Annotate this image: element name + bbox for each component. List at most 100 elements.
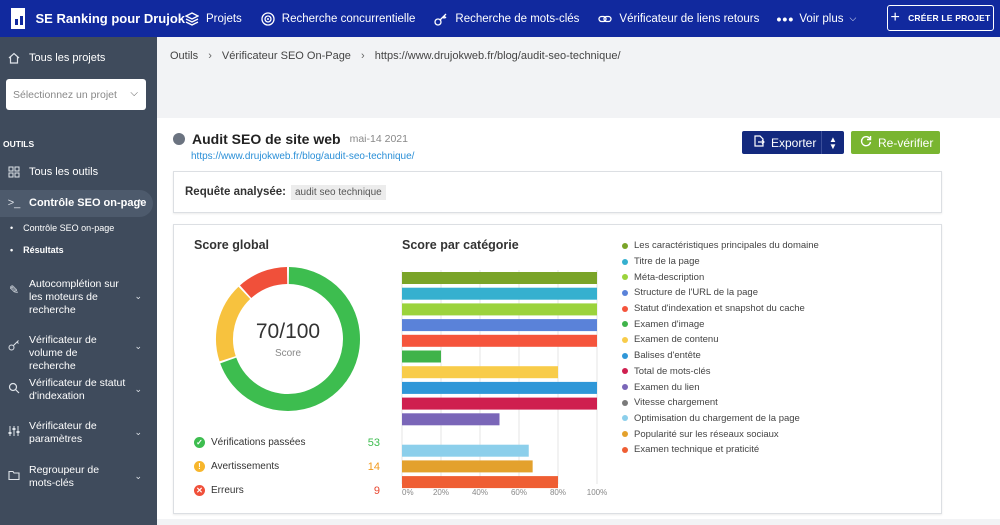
nav-keyword-research[interactable]: Recherche de mots-clés (434, 12, 579, 26)
sliders-icon (7, 420, 21, 446)
legend-item[interactable]: Les caractéristiques principales du doma… (622, 238, 819, 254)
x-tick-label: 40% (472, 488, 488, 497)
page-url-link[interactable]: https://www.drujokweb.fr/blog/audit-seo-… (191, 151, 414, 162)
bar-1[interactable] (402, 272, 597, 284)
sidebar-item-autocomplete[interactable]: ✎ Autocomplétion sur les moteurs de rech… (7, 278, 152, 317)
chevron-down-icon: ⌄ (134, 341, 142, 351)
legend-item[interactable]: Vitesse chargement (622, 395, 819, 411)
home-icon (7, 52, 21, 64)
sidebar-item-index-status[interactable]: Vérificateur de statut d'indexation ⌄ (7, 377, 152, 403)
sidebar-subitem-results[interactable]: • Résultats (10, 245, 64, 255)
sidebar-item-keyword-grouper[interactable]: Regroupeur de mots-clés ⌄ (7, 464, 152, 490)
stat-warnings-count: 14 (367, 460, 380, 473)
legend-item[interactable]: Titre de la page (622, 254, 819, 270)
sidebar-item-autocomplete-label: Autocomplétion sur les moteurs de recher… (29, 278, 119, 316)
sidebar-item-search-volume[interactable]: Vérificateur de volume de recherche ⌄ (7, 334, 152, 373)
legend-item[interactable]: Examen technique et praticité (622, 442, 819, 458)
legend-swatch (622, 336, 628, 343)
breadcrumb-onpage-checker[interactable]: Vérificateur SEO On-Page (222, 50, 351, 62)
legend-swatch (622, 352, 628, 359)
bar-8[interactable] (402, 381, 597, 394)
legend-item[interactable]: Optimisation du chargement de la page (622, 411, 819, 427)
nav-see-more-label: Voir plus (799, 12, 844, 25)
sidebar-all-tools-label: Tous les outils (29, 166, 99, 178)
legend-item[interactable]: Statut d'indexation et snapshot du cache (622, 301, 819, 317)
bar-4[interactable] (402, 319, 597, 332)
brand[interactable]: SE Ranking pour Drujok (0, 8, 185, 29)
project-select[interactable]: Sélectionnez un projet ⌵ (6, 79, 146, 110)
breadcrumb-tools[interactable]: Outils (170, 50, 198, 62)
plus-icon: + (890, 9, 901, 26)
create-project-button[interactable]: + CRÉER LE PROJET (887, 5, 994, 31)
nav-see-more[interactable]: ••• Voir plus ⌵ (777, 11, 857, 27)
link-icon (598, 12, 613, 26)
sidebar-all-projects[interactable]: Tous les projets (0, 52, 105, 64)
bar-3[interactable] (402, 303, 597, 316)
sidebar-item-onpage-seo[interactable]: >_ Contrôle SEO on-page ⌃ (0, 197, 153, 209)
stat-errors[interactable]: ✕ Erreurs 9 (194, 485, 380, 497)
page-date: mai-14 2021 (349, 133, 408, 145)
legend-swatch (622, 431, 628, 438)
legend-item[interactable]: Total de mots-clés (622, 364, 819, 380)
legend-label: Total de mots-clés (634, 365, 711, 377)
bullet-icon: • (10, 245, 14, 255)
nav-backlink-checker[interactable]: Vérificateur de liens retours (598, 12, 759, 26)
chevron-right-icon: › (361, 50, 365, 62)
legend-item[interactable]: Popularité sur les réseaux sociaux (622, 426, 819, 442)
legend-swatch (622, 368, 628, 375)
page-bottom-strip (157, 519, 1000, 525)
legend-item[interactable]: Balises d'entête (622, 348, 819, 364)
bar-12[interactable] (402, 444, 529, 457)
legend-swatch (622, 321, 628, 328)
nav-competitive-research[interactable]: Recherche concurrentielle (261, 11, 415, 26)
legend-swatch (622, 446, 628, 453)
sidebar-all-tools[interactable]: Tous les outils (0, 166, 98, 178)
breadcrumb-url: https://www.drujokweb.fr/blog/audit-seo-… (374, 50, 621, 62)
bar-6[interactable] (402, 350, 441, 363)
legend-item[interactable]: Méta-description (622, 269, 819, 285)
bar-5[interactable] (402, 334, 597, 347)
x-tick-label: 60% (511, 488, 527, 497)
score-center: 70/100 Score (215, 266, 361, 412)
legend-label: Vitesse chargement (634, 397, 718, 409)
legend-item[interactable]: Examen de contenu (622, 332, 819, 348)
bar-13[interactable] (402, 460, 533, 473)
export-label: Exporter (771, 135, 817, 150)
stat-warnings-label: Avertissements (211, 461, 280, 472)
legend-label: Balises d'entête (634, 350, 701, 362)
legend-label: Optimisation du chargement de la page (634, 412, 800, 424)
legend-item[interactable]: Structure de l'URL de la page (622, 285, 819, 301)
bar-7[interactable] (402, 366, 558, 379)
breadcrumb: Outils › Vérificateur SEO On-Page › http… (170, 50, 621, 62)
stat-passed-label: Vérifications passées (211, 437, 306, 448)
warning-circle-icon: ! (194, 461, 205, 472)
bar-2[interactable] (402, 287, 597, 300)
search-icon (7, 377, 21, 403)
sidebar-item-parameters[interactable]: Vérificateur de paramètres ⌄ (7, 420, 152, 446)
app-title: SE Ranking pour Drujok (35, 11, 185, 26)
export-main[interactable]: Exporter (742, 135, 821, 150)
terminal-icon: >_ (7, 197, 21, 209)
bar-14[interactable] (402, 476, 558, 489)
legend-swatch (622, 242, 628, 249)
stat-warnings[interactable]: ! Avertissements 14 (194, 460, 380, 473)
chevron-down-icon: ⌄ (134, 384, 142, 394)
nav-projects[interactable]: Projets (185, 11, 242, 26)
bar-10[interactable] (402, 413, 500, 426)
legend-item[interactable]: Examen du lien (622, 379, 819, 395)
sidebar-subitem-onpage-check[interactable]: • Contrôle SEO on-page (10, 223, 114, 233)
bar-9[interactable] (402, 397, 597, 410)
export-dropdown-toggle[interactable]: ▲ ▼ (821, 131, 844, 154)
stat-passed[interactable]: ✓ Vérifications passées 53 (194, 436, 380, 449)
nav-backlink-checker-label: Vérificateur de liens retours (619, 12, 760, 25)
export-button[interactable]: Exporter ▲ ▼ (742, 131, 844, 154)
legend-swatch (622, 274, 628, 281)
layers-icon (185, 11, 199, 26)
score-heading: Score global (194, 238, 270, 252)
legend-swatch (622, 289, 628, 296)
stat-passed-count: 53 (367, 436, 380, 449)
sidebar-item-index-status-label: Vérificateur de statut d'indexation (29, 377, 126, 402)
sidebar-item-onpage-seo-label: Contrôle SEO on-page (29, 197, 147, 209)
recheck-button[interactable]: Re-vérifier (851, 131, 940, 154)
legend-item[interactable]: Examen d'image (622, 316, 819, 332)
